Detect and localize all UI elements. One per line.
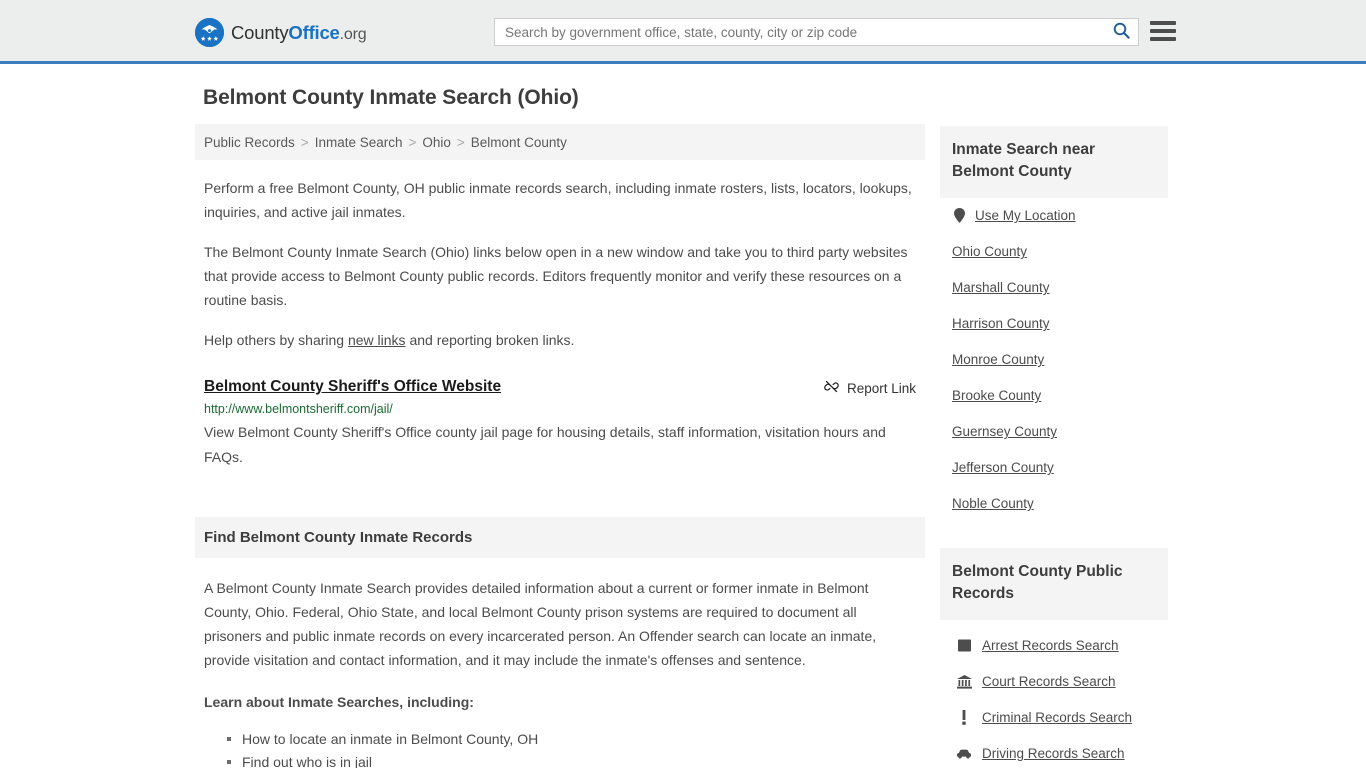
sidebar-item-ohio-county[interactable]: Ohio County [952,234,1156,270]
public-records-card-header: Belmont County Public Records [940,547,1168,620]
result-title-link[interactable]: Belmont County Sheriff's Office Website [204,378,501,396]
breadcrumb-item-belmont-county: Belmont County [470,134,567,150]
report-link-label: Report Link [846,380,916,396]
breadcrumb-item-ohio[interactable]: Ohio [422,135,451,150]
public-records-card: Belmont County Public Records Arrest Rec… [940,547,1168,768]
site-logo[interactable]: CountyOffice.org [195,18,367,47]
sidebar-link-label[interactable]: Ohio County [952,244,1027,259]
car-icon [956,746,972,762]
sidebar-link-label[interactable]: Marshall County [952,280,1050,295]
report-link-button[interactable]: Report Link [824,378,916,397]
search-input[interactable] [495,19,1104,45]
courthouse-icon [956,674,972,690]
list-item: Find out who is in jail [227,751,916,768]
broken-link-icon [824,379,839,397]
hamburger-bar-3 [1150,37,1176,41]
sidebar-item-noble-county[interactable]: Noble County [952,486,1156,522]
breadcrumb-separator: > [456,134,465,150]
sidebar-item-jefferson-county[interactable]: Jefferson County [952,450,1156,486]
nearby-card-heading: Inmate Search near Belmont County [952,141,1096,181]
sidebar-link-label[interactable]: Noble County [952,496,1034,511]
sidebar-link-label[interactable]: Use My Location [975,208,1076,223]
breadcrumb-item-public-records[interactable]: Public Records [204,135,295,150]
result-item: Belmont County Sheriff's Office Website … [195,378,925,468]
result-url: http://www.belmontsheriff.com/jail/ [204,402,393,417]
search-box[interactable] [494,18,1139,46]
find-records-section-header: Find Belmont County Inmate Records [195,516,925,558]
intro-paragraph-3: Help others by sharing new links and rep… [204,328,916,352]
hamburger-bar-1 [1150,21,1176,25]
sidebar-link-label[interactable]: Driving Records Search [982,746,1125,761]
sidebar-item-marshall-county[interactable]: Marshall County [952,270,1156,306]
eagle-seal-icon [195,18,224,47]
sidebar-link-label[interactable]: Harrison County [952,316,1050,331]
logo-text-org: .org [339,25,367,43]
find-records-section-body: A Belmont County Inmate Search provides … [195,576,925,768]
sidebar-item-guernsey-county[interactable]: Guernsey County [952,414,1156,450]
learn-list: How to locate an inmate in Belmont Count… [204,728,916,768]
sidebar-link-label[interactable]: Brooke County [952,388,1041,403]
breadcrumb-separator: > [300,134,309,150]
nearby-card-header: Inmate Search near Belmont County [940,126,1168,198]
breadcrumb-item-inmate-search[interactable]: Inmate Search [315,135,403,150]
sidebar-item-arrest-records-search[interactable]: Arrest Records Search [952,628,1156,664]
intro-paragraph-1: Perform a free Belmont County, OH public… [204,180,912,221]
intro-text: Perform a free Belmont County, OH public… [195,176,925,352]
sidebar-item-harrison-county[interactable]: Harrison County [952,306,1156,342]
public-records-card-heading: Belmont County Public Records [952,562,1123,603]
search-button[interactable] [1104,19,1138,45]
sidebar-item-monroe-county[interactable]: Monroe County [952,342,1156,378]
main-content: Belmont County Inmate Search (Ohio) Publ… [195,86,925,768]
share-text-before: Help others by sharing [204,332,348,349]
hamburger-bar-2 [1150,29,1176,33]
sidebar-item-court-records-search[interactable]: Court Records Search [952,664,1156,700]
breadcrumb: Public Records > Inmate Search > Ohio > … [195,124,925,160]
sidebar-item-brooke-county[interactable]: Brooke County [952,378,1156,414]
sidebar-item-driving-records-search[interactable]: Driving Records Search [952,736,1156,768]
site-header: CountyOffice.org [0,0,1366,64]
new-links-link[interactable]: new links [348,332,406,348]
sidebar-link-label[interactable]: Guernsey County [952,424,1057,439]
sidebar-link-label[interactable]: Monroe County [952,352,1044,367]
nearby-inmate-search-card: Inmate Search near Belmont County Use My… [940,126,1168,522]
search-icon [1113,22,1130,42]
breadcrumb-separator: > [408,134,417,150]
sidebar-link-label[interactable]: Criminal Records Search [982,710,1132,725]
public-records-links-list: Arrest Records Search Court Records Sear… [940,620,1168,768]
logo-wordmark: CountyOffice.org [231,21,367,44]
result-header: Belmont County Sheriff's Office Website … [204,378,916,397]
result-description: View Belmont County Sheriff's Office cou… [204,424,886,465]
logo-text-office: Office [288,21,340,43]
list-item: How to locate an inmate in Belmont Count… [227,728,916,751]
sidebar-link-label[interactable]: Jefferson County [952,460,1054,475]
page-title: Belmont County Inmate Search (Ohio) [203,86,579,109]
sidebar: Inmate Search near Belmont County Use My… [940,126,1168,768]
fingerprint-card-icon [956,638,972,654]
exclamation-icon [956,710,972,726]
sidebar-item-criminal-records-search[interactable]: Criminal Records Search [952,700,1156,736]
share-text-after: and reporting broken links. [405,332,575,349]
sidebar-link-label[interactable]: Arrest Records Search [982,638,1119,653]
intro-paragraph-2: The Belmont County Inmate Search (Ohio) … [204,244,908,309]
nearby-links-list: Use My Location Ohio County Marshall Cou… [940,198,1168,522]
sidebar-item-use-my-location[interactable]: Use My Location [952,198,1156,234]
logo-text-county: County [231,21,289,43]
map-pin-icon [952,208,966,224]
sidebar-link-label[interactable]: Court Records Search [982,674,1116,689]
find-records-paragraph: A Belmont County Inmate Search provides … [204,579,877,668]
hamburger-menu-icon[interactable] [1150,19,1176,43]
find-records-heading: Find Belmont County Inmate Records [204,528,473,546]
learn-heading: Learn about Inmate Searches, including: [204,693,474,710]
